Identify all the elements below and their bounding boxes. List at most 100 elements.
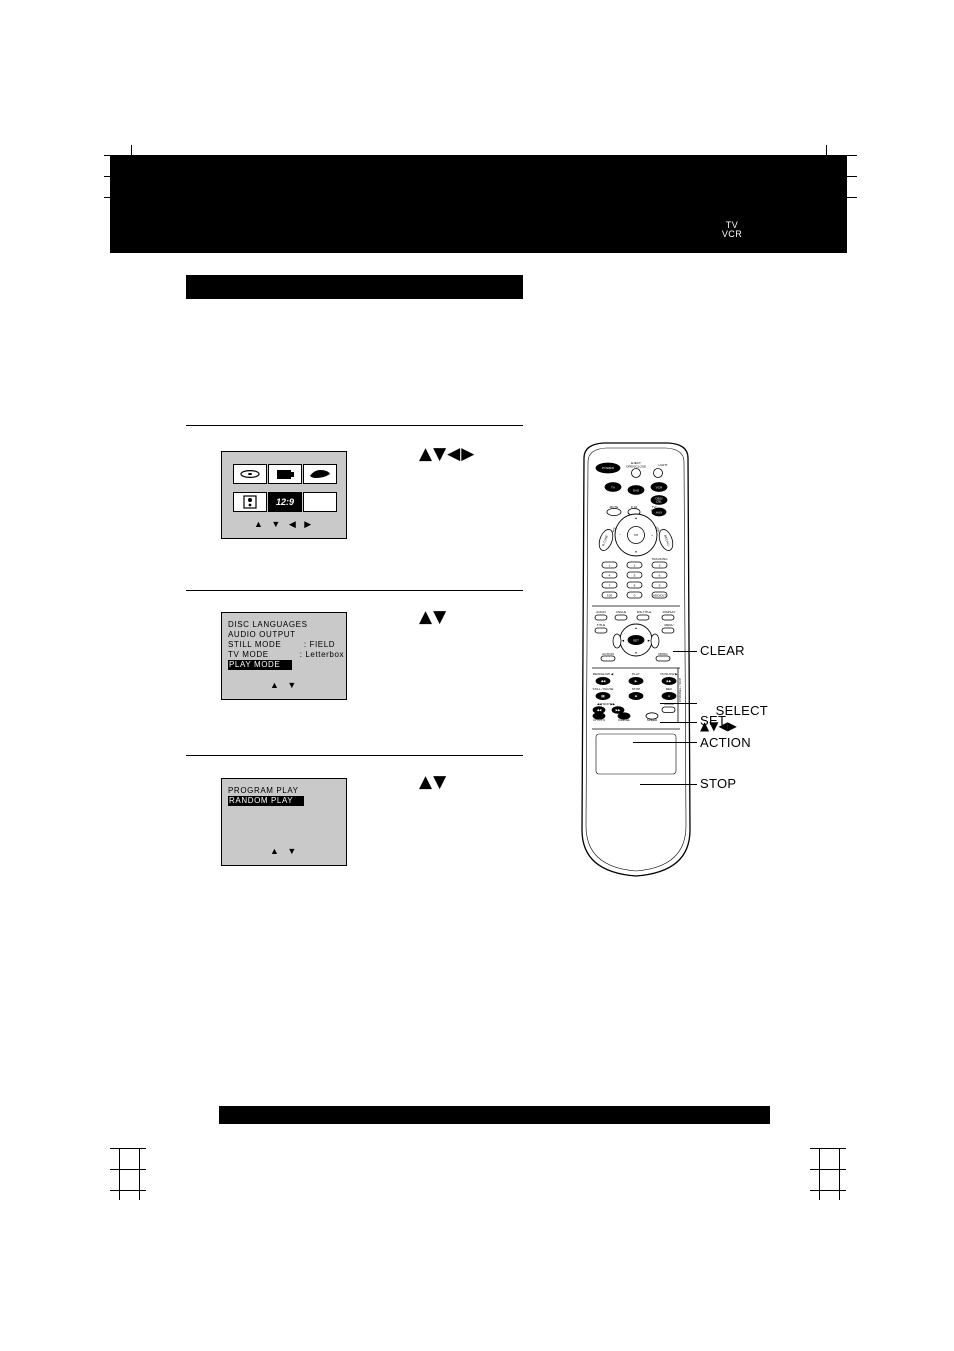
- svg-text:◀◀: ◀◀: [601, 679, 606, 683]
- svg-text:▲: ▲: [634, 516, 637, 520]
- speaker-icon: [234, 493, 266, 511]
- icon-cell-aspect-ratio: 12:9: [268, 492, 302, 512]
- svg-text:100: 100: [607, 593, 612, 597]
- svg-text:FF/SLOW ▶: FF/SLOW ▶: [661, 672, 679, 676]
- svg-text:8: 8: [634, 583, 636, 587]
- disc-oval-icon: [304, 465, 336, 483]
- section-title-bar: [186, 275, 523, 299]
- svg-text:DISPLAY: DISPLAY: [663, 610, 676, 614]
- tv-vcr-line2: VCR: [721, 229, 743, 239]
- crop-mark: [810, 1190, 846, 1191]
- svg-text:STOP: STOP: [632, 687, 640, 691]
- svg-text:9: 9: [659, 583, 661, 587]
- osd-screen-main-menu: DISC LANGUAGES AUDIO OUTPUT STILL MODE :…: [221, 612, 347, 700]
- crop-mark: [139, 1148, 140, 1200]
- svg-text:2: 2: [634, 563, 636, 567]
- callout-leader: [633, 742, 697, 743]
- svg-text:POWER: POWER: [602, 466, 614, 470]
- step-divider: [186, 590, 523, 591]
- svg-text:▶▶: ▶▶: [667, 679, 672, 683]
- svg-text:▲: ▲: [634, 626, 637, 630]
- crop-mark: [810, 1169, 846, 1170]
- icon-cell-tv: [268, 464, 302, 484]
- svg-text:SET: SET: [633, 638, 639, 642]
- svg-text:VCR: VCR: [656, 485, 663, 489]
- tv-vcr-label: TV VCR: [712, 221, 752, 239]
- osd-line-audio-output: AUDIO OUTPUT: [228, 630, 296, 639]
- icon-cell-blank: [303, 492, 337, 512]
- svg-text:●: ●: [668, 694, 670, 698]
- svg-text:CHANNEL / SKIP: CHANNEL / SKIP: [678, 678, 682, 702]
- svg-text:4: 4: [609, 573, 611, 577]
- osd-arrow-hint: ▲ ▼: [270, 846, 300, 856]
- svg-text:−: −: [619, 533, 621, 537]
- svg-text:CBL: CBL: [656, 500, 662, 504]
- callout-leader: [640, 784, 697, 785]
- disc-icon: [234, 465, 266, 483]
- step-2-keys: ▲▼: [419, 607, 448, 627]
- svg-text:PROG: PROG: [658, 652, 668, 656]
- callout-leader: [673, 651, 697, 652]
- svg-text:0: 0: [634, 593, 636, 597]
- crop-mark: [110, 1169, 146, 1170]
- svg-text:6: 6: [659, 573, 661, 577]
- svg-text:REW/SLOW ◀: REW/SLOW ◀: [593, 672, 614, 676]
- icon-cell-speaker: [233, 492, 267, 512]
- osd-line-still-mode: STILL MODE : FIELD: [228, 640, 336, 649]
- svg-text:TITLE: TITLE: [597, 623, 605, 627]
- svg-text:+: +: [651, 533, 653, 537]
- crop-mark: [119, 1148, 120, 1200]
- svg-text:AUDIO: AUDIO: [596, 610, 606, 614]
- page-footer-bar: [219, 1106, 770, 1124]
- svg-text:LIGHT: LIGHT: [658, 463, 667, 467]
- svg-text:5: 5: [634, 573, 636, 577]
- svg-text:◀◀ SKIP ▶▶: ◀◀ SKIP ▶▶: [597, 702, 616, 706]
- svg-text:STILL / PAUSE: STILL / PAUSE: [593, 687, 614, 691]
- callout-set: SET: [700, 713, 727, 728]
- remote-control: .bt { fill:#fff; stroke:#000; stroke-wid…: [566, 440, 706, 880]
- step-divider: [186, 425, 523, 426]
- svg-text:PLAY: PLAY: [632, 672, 640, 676]
- svg-text:3: 3: [659, 563, 661, 567]
- tv-icon: [269, 465, 301, 483]
- svg-text:ANGLE: ANGLE: [616, 610, 627, 614]
- callout-leader: [660, 722, 697, 723]
- svg-text:C.10: C.10: [631, 505, 638, 509]
- svg-text:TRACKING: TRACKING: [652, 557, 669, 561]
- osd-line-tv-mode: TV MODE : Letterbox: [228, 650, 345, 659]
- svg-text:CH: CH: [634, 533, 638, 537]
- svg-text:REC: REC: [666, 687, 673, 691]
- callout-clear: CLEAR: [700, 643, 745, 658]
- step-1-keys: ▲▼◀▶: [419, 444, 476, 464]
- aspect-ratio-label: 12:9: [275, 497, 294, 507]
- crop-mark: [819, 1148, 820, 1200]
- osd-highlight-random-play: RANDOM PLAY: [228, 796, 304, 806]
- svg-text:▮▮: ▮▮: [601, 694, 605, 698]
- osd-line-disc-languages: DISC LANGUAGES: [228, 620, 308, 629]
- icon-cell-disc-oval: [303, 464, 337, 484]
- manual-page: TV VCR 12:9 ▲ ▼ ◀ ▶ ▲▼◀▶ DISC LANGUAGES …: [0, 0, 954, 1351]
- svg-text:DVD: DVD: [633, 488, 640, 492]
- aspect-ratio-icon: 12:9: [269, 493, 301, 511]
- svg-text:ADD/DLT: ADD/DLT: [653, 593, 666, 597]
- svg-text:MENU: MENU: [664, 623, 673, 627]
- osd-screen-setup-icons: 12:9 ▲ ▼ ◀ ▶: [221, 451, 347, 539]
- svg-text:ACTION: ACTION: [602, 652, 614, 656]
- callout-leader: [660, 703, 697, 704]
- svg-text:▼: ▼: [634, 651, 637, 655]
- osd-arrow-hint: ▲ ▼: [270, 680, 300, 690]
- svg-text:■: ■: [635, 694, 637, 698]
- step-divider: [186, 755, 523, 756]
- svg-text:VCR: VCR: [651, 508, 658, 512]
- svg-text:MUTE: MUTE: [610, 505, 619, 509]
- crop-mark: [110, 1190, 146, 1191]
- crop-mark: [810, 1148, 846, 1149]
- callout-stop: STOP: [700, 776, 737, 791]
- osd-screen-play-mode: PROGRAM PLAY RANDOM PLAY ▲ ▼: [221, 778, 347, 866]
- svg-text:1: 1: [609, 563, 611, 567]
- callout-action: ACTION: [700, 735, 751, 750]
- svg-text:OPEN/CLOSE: OPEN/CLOSE: [626, 465, 646, 469]
- osd-arrow-hint: ▲ ▼ ◀ ▶: [254, 519, 315, 529]
- crop-mark: [839, 1148, 840, 1200]
- crop-mark: [110, 1148, 146, 1149]
